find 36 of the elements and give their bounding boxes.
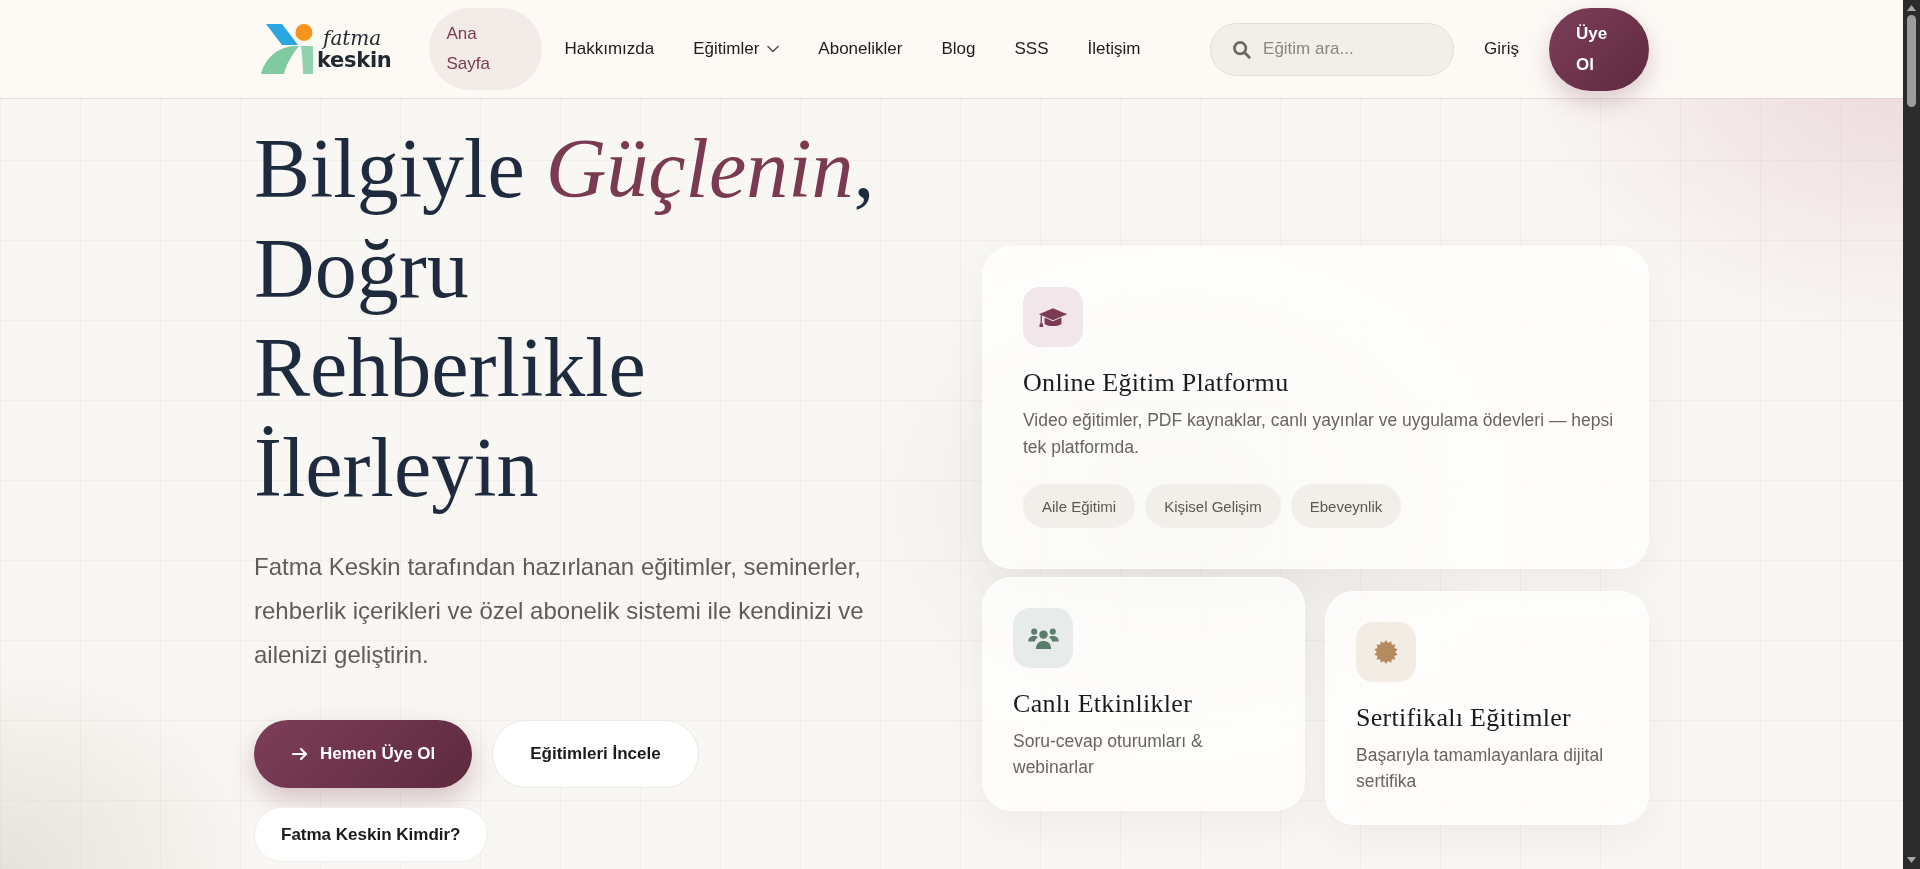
tag-chip: Kişisel Gelişim	[1145, 484, 1281, 528]
logo-wordmark[interactable]: fatma keskin	[317, 27, 392, 71]
up-arrow-icon[interactable]	[1907, 5, 1916, 11]
nav-link[interactable]: Blog	[924, 23, 993, 75]
nav-link[interactable]: SSS	[997, 23, 1066, 75]
tag-chip: Aile Eğitimi	[1023, 484, 1136, 528]
graduation-cap-icon	[1023, 287, 1083, 347]
nav-link[interactable]: Hakkımızda	[547, 23, 672, 75]
outline-button[interactable]: Fatma Keskin Kimdir?	[254, 807, 488, 862]
nav-link[interactable]: İletişim	[1070, 23, 1158, 75]
login-link[interactable]: Giriş	[1484, 39, 1519, 59]
arrow-right-icon[interactable]	[291, 745, 308, 763]
scrollbar-thumb[interactable]	[1907, 15, 1916, 107]
scrollbar[interactable]	[1903, 0, 1920, 869]
nav-link[interactable]: Ana Sayfa	[429, 8, 543, 90]
card-title: Canlı Etkinlikler	[1013, 688, 1194, 720]
card-description: Video eğitimler, PDF kaynaklar, canlı yayınlar ve uygulama ödevleri — hepsi tek platformda.	[1023, 409, 1615, 459]
nav-link[interactable]: Eğitimler	[676, 23, 797, 75]
nav-link[interactable]: Abonelikler	[801, 23, 920, 75]
badge-icon	[1356, 622, 1416, 682]
signup-button[interactable]: Üye Ol	[1549, 7, 1649, 91]
search-icon[interactable]	[1232, 39, 1252, 59]
card-title: Sertifikalı Eğitimler	[1356, 702, 1572, 734]
card-description: Başarıyla tamamlayanlara dijital sertifika	[1356, 744, 1605, 793]
card-title: Online Eğitim Platformu	[1023, 367, 1290, 399]
card-description: Soru-cevap oturumları & webinarlar	[1013, 730, 1204, 779]
primary-button[interactable]: Hemen Üye Ol	[254, 720, 473, 788]
chevron-down-icon[interactable]	[767, 45, 780, 53]
outline-button[interactable]: Eğitimleri İncele	[492, 720, 699, 788]
tag-chip: Ebeveynlik	[1290, 484, 1402, 528]
logo-icon[interactable]	[261, 23, 313, 75]
people-icon	[1013, 608, 1073, 668]
hero-description: Fatma Keskin tarafından hazırlanan eğitimler, seminerler, rehberlik içerikleri ve özel abonelik sistemi ile kendinizi ve ailenizi geliştirin.	[254, 552, 865, 670]
search-field[interactable]: Eğitim ara...	[1210, 22, 1455, 76]
hero-heading: Bilgiyle Güçlenin, Doğru Rehberlikle İlerleyin	[254, 121, 875, 516]
down-arrow-icon[interactable]	[1907, 857, 1916, 863]
